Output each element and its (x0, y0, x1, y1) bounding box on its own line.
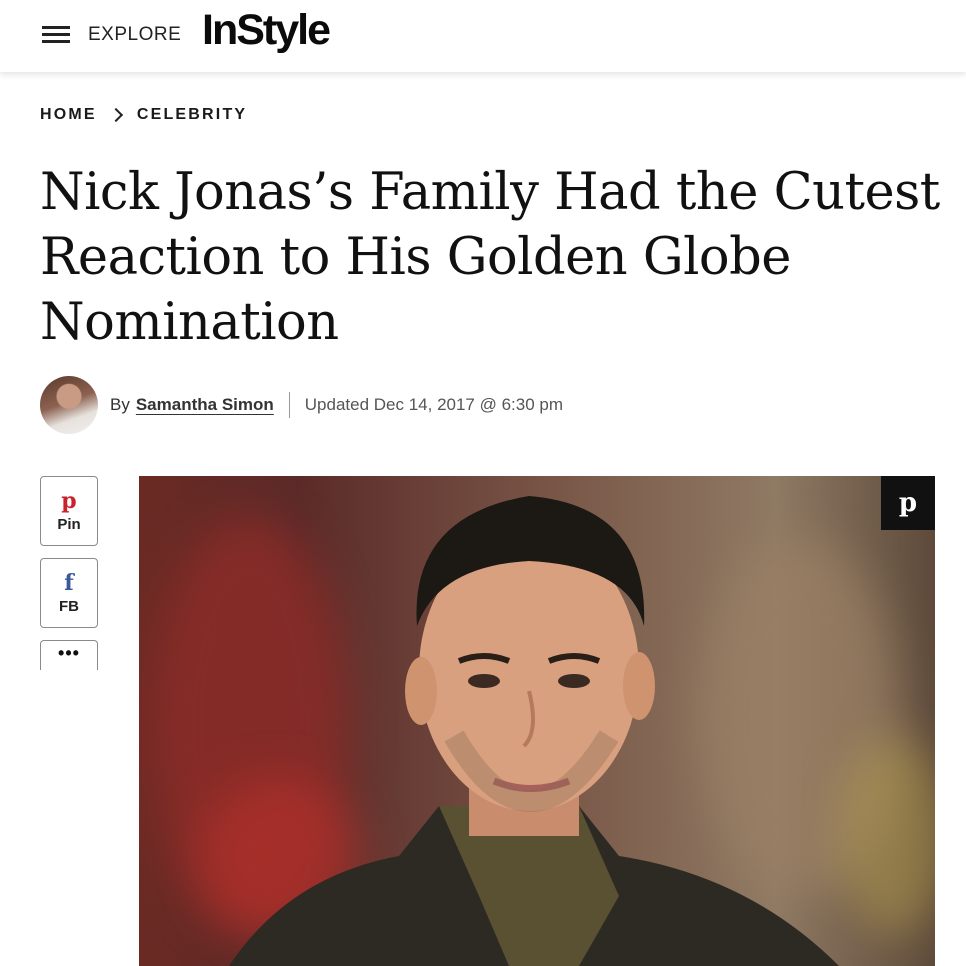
pin-label: Pin (57, 515, 81, 533)
more-share-button[interactable]: ••• (40, 640, 98, 670)
explore-label: EXPLORE (88, 24, 182, 45)
instyle-logo[interactable]: InStyle (202, 6, 331, 55)
byline-prefix: By (110, 395, 130, 414)
chevron-right-icon (108, 107, 123, 123)
fb-label: FB (59, 597, 79, 615)
hero-image: p (139, 476, 935, 966)
explore-menu-button[interactable]: EXPLORE (40, 18, 181, 52)
updated-timestamp: Updated Dec 14, 2017 @ 6:30 pm (304, 395, 564, 414)
more-icon: ••• (58, 643, 80, 663)
article-headline: Nick Jonas’s Family Had the Cutest React… (40, 163, 940, 352)
article-byline: By Samantha Simon Updated Dec 14, 2017 @… (40, 375, 563, 435)
portrait-illustration (229, 496, 839, 966)
facebook-share-button[interactable]: f FB (40, 558, 98, 628)
hamburger-icon (40, 25, 72, 45)
author-avatar[interactable] (40, 376, 98, 434)
facebook-icon: f (64, 569, 74, 596)
pinterest-share-button[interactable]: p Pin (40, 476, 98, 546)
breadcrumb-celebrity[interactable]: CELEBRITY (137, 106, 247, 124)
top-nav-bar: EXPLORE InStyle (0, 0, 966, 72)
pinterest-icon: p (61, 487, 77, 514)
breadcrumb: HOME CELEBRITY (40, 106, 247, 124)
image-pin-button[interactable]: p (881, 476, 935, 530)
byline-divider (288, 392, 290, 418)
author-link[interactable]: Samantha Simon (136, 395, 274, 415)
breadcrumb-home[interactable]: HOME (40, 106, 97, 124)
